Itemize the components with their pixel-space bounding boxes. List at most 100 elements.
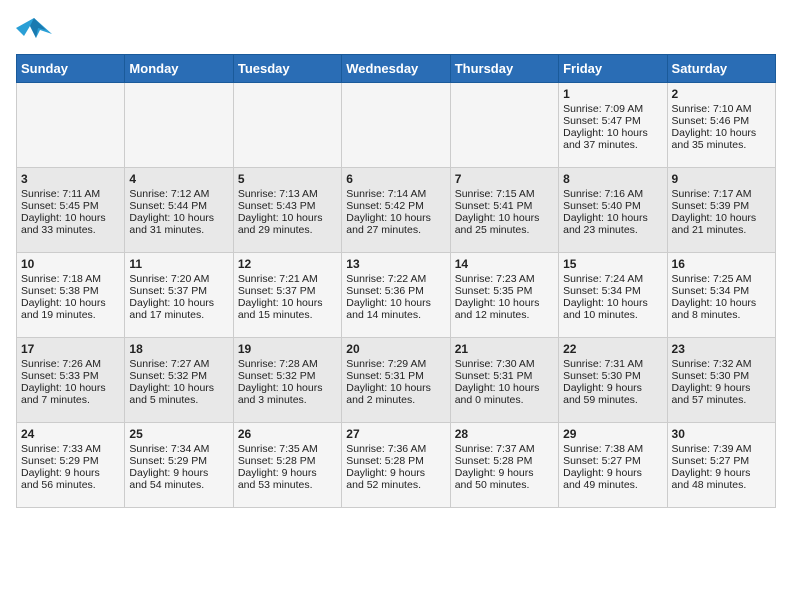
cell-text: and 23 minutes.	[563, 224, 662, 236]
cell-text: Daylight: 10 hours	[238, 382, 337, 394]
day-number: 22	[563, 342, 662, 356]
day-number: 8	[563, 172, 662, 186]
calendar-cell	[17, 83, 125, 168]
cell-text: Sunset: 5:39 PM	[672, 200, 771, 212]
cell-text: Sunset: 5:37 PM	[129, 285, 228, 297]
cell-text: Sunrise: 7:11 AM	[21, 188, 120, 200]
calendar-cell: 26Sunrise: 7:35 AMSunset: 5:28 PMDayligh…	[233, 423, 341, 508]
cell-text: Daylight: 9 hours	[21, 467, 120, 479]
cell-text: Daylight: 10 hours	[563, 212, 662, 224]
cell-text: Sunset: 5:29 PM	[21, 455, 120, 467]
calendar-cell: 1Sunrise: 7:09 AMSunset: 5:47 PMDaylight…	[559, 83, 667, 168]
cell-text: Daylight: 10 hours	[129, 212, 228, 224]
cell-text: Sunset: 5:31 PM	[455, 370, 554, 382]
calendar-cell: 3Sunrise: 7:11 AMSunset: 5:45 PMDaylight…	[17, 168, 125, 253]
cell-text: and 21 minutes.	[672, 224, 771, 236]
cell-text: and 7 minutes.	[21, 394, 120, 406]
cell-text: Daylight: 10 hours	[21, 212, 120, 224]
calendar-cell: 22Sunrise: 7:31 AMSunset: 5:30 PMDayligh…	[559, 338, 667, 423]
header-cell-sunday: Sunday	[17, 55, 125, 83]
cell-text: and 57 minutes.	[672, 394, 771, 406]
cell-text: Daylight: 10 hours	[238, 297, 337, 309]
cell-text: Daylight: 10 hours	[346, 297, 445, 309]
day-number: 26	[238, 427, 337, 441]
cell-text: Sunset: 5:35 PM	[455, 285, 554, 297]
cell-text: and 52 minutes.	[346, 479, 445, 491]
cell-text: Sunset: 5:28 PM	[238, 455, 337, 467]
day-number: 20	[346, 342, 445, 356]
cell-text: Daylight: 10 hours	[238, 212, 337, 224]
day-number: 28	[455, 427, 554, 441]
cell-text: Sunset: 5:44 PM	[129, 200, 228, 212]
header-row: SundayMondayTuesdayWednesdayThursdayFrid…	[17, 55, 776, 83]
cell-text: Sunrise: 7:29 AM	[346, 358, 445, 370]
day-number: 30	[672, 427, 771, 441]
day-number: 17	[21, 342, 120, 356]
cell-text: Sunrise: 7:21 AM	[238, 273, 337, 285]
cell-text: Sunrise: 7:33 AM	[21, 443, 120, 455]
cell-text: Daylight: 10 hours	[129, 382, 228, 394]
header-cell-tuesday: Tuesday	[233, 55, 341, 83]
cell-text: Sunset: 5:28 PM	[346, 455, 445, 467]
header-cell-friday: Friday	[559, 55, 667, 83]
calendar-cell: 14Sunrise: 7:23 AMSunset: 5:35 PMDayligh…	[450, 253, 558, 338]
cell-text: Sunset: 5:40 PM	[563, 200, 662, 212]
cell-text: Sunrise: 7:34 AM	[129, 443, 228, 455]
cell-text: Sunrise: 7:31 AM	[563, 358, 662, 370]
day-number: 27	[346, 427, 445, 441]
day-number: 29	[563, 427, 662, 441]
cell-text: Daylight: 9 hours	[672, 382, 771, 394]
cell-text: Sunrise: 7:25 AM	[672, 273, 771, 285]
calendar-cell: 10Sunrise: 7:18 AMSunset: 5:38 PMDayligh…	[17, 253, 125, 338]
day-number: 12	[238, 257, 337, 271]
calendar-cell: 30Sunrise: 7:39 AMSunset: 5:27 PMDayligh…	[667, 423, 775, 508]
cell-text: Sunrise: 7:28 AM	[238, 358, 337, 370]
cell-text: Daylight: 9 hours	[563, 382, 662, 394]
logo-icon	[16, 16, 52, 46]
cell-text: Sunset: 5:31 PM	[346, 370, 445, 382]
cell-text: and 10 minutes.	[563, 309, 662, 321]
cell-text: Daylight: 10 hours	[129, 297, 228, 309]
calendar-cell: 19Sunrise: 7:28 AMSunset: 5:32 PMDayligh…	[233, 338, 341, 423]
day-number: 4	[129, 172, 228, 186]
cell-text: and 25 minutes.	[455, 224, 554, 236]
day-number: 18	[129, 342, 228, 356]
cell-text: Sunrise: 7:23 AM	[455, 273, 554, 285]
cell-text: Daylight: 10 hours	[455, 382, 554, 394]
cell-text: Daylight: 10 hours	[346, 382, 445, 394]
cell-text: Sunset: 5:38 PM	[21, 285, 120, 297]
calendar-cell: 6Sunrise: 7:14 AMSunset: 5:42 PMDaylight…	[342, 168, 450, 253]
cell-text: Daylight: 10 hours	[672, 127, 771, 139]
cell-text: Sunset: 5:45 PM	[21, 200, 120, 212]
day-number: 6	[346, 172, 445, 186]
cell-text: Sunrise: 7:13 AM	[238, 188, 337, 200]
week-row-4: 17Sunrise: 7:26 AMSunset: 5:33 PMDayligh…	[17, 338, 776, 423]
cell-text: Sunrise: 7:16 AM	[563, 188, 662, 200]
logo	[16, 16, 56, 46]
calendar-cell: 18 Sunrise: 7:27 AMSunset: 5:32 PMDayligh…	[125, 338, 233, 423]
cell-text: Sunrise: 7:37 AM	[455, 443, 554, 455]
week-row-5: 24Sunrise: 7:33 AMSunset: 5:29 PMDayligh…	[17, 423, 776, 508]
calendar-cell: 17Sunrise: 7:26 AMSunset: 5:33 PMDayligh…	[17, 338, 125, 423]
day-number: 7	[455, 172, 554, 186]
cell-text: Daylight: 10 hours	[563, 297, 662, 309]
cell-text: Sunrise: 7:27 AM	[129, 358, 228, 370]
calendar-cell: 8 Sunrise: 7:16 AMSunset: 5:40 PMDaylight…	[559, 168, 667, 253]
day-number: 15	[563, 257, 662, 271]
day-number: 24	[21, 427, 120, 441]
cell-text: and 49 minutes.	[563, 479, 662, 491]
cell-text: and 5 minutes.	[129, 394, 228, 406]
cell-text: Sunrise: 7:36 AM	[346, 443, 445, 455]
cell-text: Daylight: 9 hours	[672, 467, 771, 479]
page-header	[16, 16, 776, 46]
calendar-body: 1Sunrise: 7:09 AMSunset: 5:47 PMDaylight…	[17, 83, 776, 508]
cell-text: Daylight: 9 hours	[563, 467, 662, 479]
cell-text: Sunrise: 7:10 AM	[672, 103, 771, 115]
cell-text: Sunset: 5:29 PM	[129, 455, 228, 467]
cell-text: Sunrise: 7:09 AM	[563, 103, 662, 115]
calendar-header: SundayMondayTuesdayWednesdayThursdayFrid…	[17, 55, 776, 83]
cell-text: Sunset: 5:32 PM	[129, 370, 228, 382]
calendar-cell: 13Sunrise: 7:22 AMSunset: 5:36 PMDayligh…	[342, 253, 450, 338]
calendar-cell: 5Sunrise: 7:13 AMSunset: 5:43 PMDaylight…	[233, 168, 341, 253]
cell-text: and 56 minutes.	[21, 479, 120, 491]
